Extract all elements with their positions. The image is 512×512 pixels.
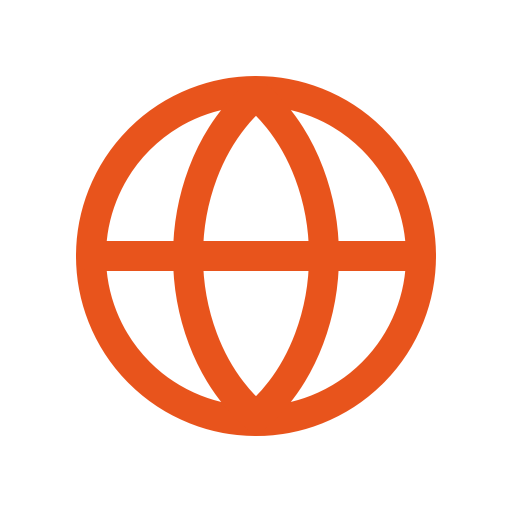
icon-canvas — [0, 0, 512, 512]
globe-icon — [76, 76, 436, 436]
